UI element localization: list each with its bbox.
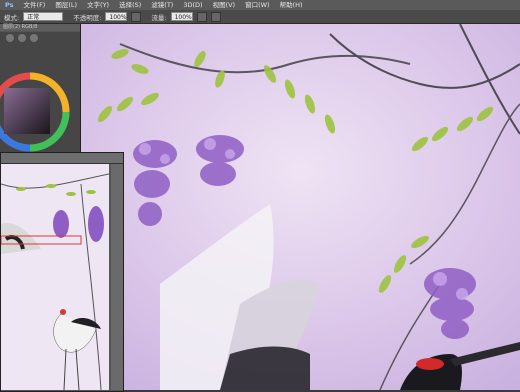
menu-bar: Ps 文件(F) 图层(L) 文字(Y) 选择(S) 滤镜(T) 3D(D) 视…	[0, 0, 520, 10]
menu-filter[interactable]: 滤镜(T)	[146, 0, 178, 10]
opacity-input[interactable]: 100%	[105, 12, 128, 21]
navigator-scrollbar[interactable]	[111, 164, 123, 390]
menu-type[interactable]: 文字(Y)	[82, 0, 114, 10]
flow-label: 流量:	[151, 13, 167, 22]
options-bar: 模式: 正常 不透明度: 100% 流量: 100%	[0, 10, 520, 24]
navigator-title-bar[interactable]	[1, 153, 123, 164]
panel-button[interactable]	[6, 34, 14, 42]
airbrush-icon[interactable]	[196, 11, 207, 22]
mode-label: 模式:	[4, 13, 20, 22]
pressure-size-icon[interactable]	[210, 11, 221, 22]
document-tab[interactable]: 图层(2) RGB/8	[0, 24, 80, 31]
color-panel	[0, 24, 81, 154]
menu-3d[interactable]: 3D(D)	[178, 0, 207, 10]
navigator-preview[interactable]	[1, 164, 109, 390]
painting-canvas[interactable]	[80, 24, 520, 390]
mode-select[interactable]: 正常	[23, 12, 64, 21]
menu-select[interactable]: 选择(S)	[114, 0, 146, 10]
menu-view[interactable]: 视图(V)	[208, 0, 241, 10]
menu-window[interactable]: 窗口(W)	[240, 0, 275, 10]
pressure-opacity-icon[interactable]	[131, 11, 142, 22]
menu-layer[interactable]: 图层(L)	[50, 0, 82, 10]
panel-button[interactable]	[18, 34, 26, 42]
menu-help[interactable]: 帮助(H)	[275, 0, 308, 10]
navigator-window	[0, 152, 124, 392]
color-wheel[interactable]	[0, 32, 80, 154]
panel-button[interactable]	[30, 34, 38, 42]
opacity-label: 不透明度:	[73, 13, 102, 22]
menu-logo[interactable]: Ps	[0, 0, 19, 10]
flow-input[interactable]: 100%	[170, 12, 193, 21]
menu-file[interactable]: 文件(F)	[19, 0, 51, 10]
